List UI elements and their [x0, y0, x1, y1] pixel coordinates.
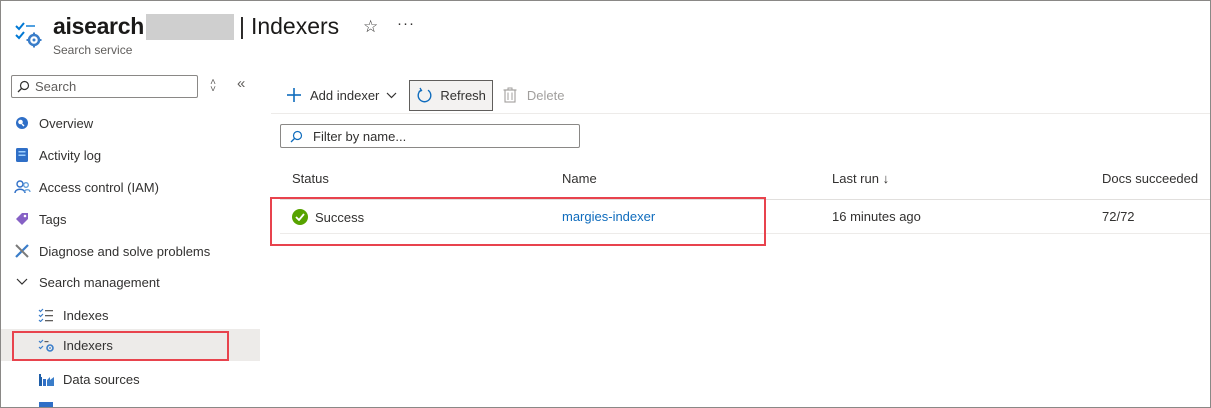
wrench-icon	[13, 242, 31, 260]
delete-label: Delete	[526, 87, 565, 103]
sidebar-item-indexers[interactable]: Indexers	[1, 329, 260, 361]
sidebar-group-search-management[interactable]: Search management	[1, 266, 260, 298]
sidebar: ˄˅ « Overview Activity log Access contro…	[1, 65, 263, 407]
command-bar: Add indexer Refresh Delete	[281, 79, 571, 111]
tag-icon	[13, 210, 31, 228]
page-title: aisearch | Indexers	[53, 13, 339, 40]
sidebar-item-tags[interactable]: Tags	[1, 203, 260, 235]
sidebar-search-input[interactable]	[35, 79, 185, 94]
sidebar-item-data-sources[interactable]: Data sources	[1, 363, 260, 395]
sidebar-search-field[interactable]	[11, 75, 198, 98]
more-icon[interactable]: ···	[397, 15, 415, 32]
sidebar-item-label: Diagnose and solve problems	[39, 243, 211, 259]
partial-sidebar-icon	[39, 402, 53, 407]
chevron-down-icon	[13, 273, 31, 291]
indexers-icon	[37, 336, 55, 354]
last-run-cell: 16 minutes ago	[832, 209, 921, 224]
cloud-icon	[13, 114, 31, 132]
refresh-label: Refresh	[440, 87, 486, 103]
search-icon	[290, 130, 303, 142]
sidebar-item-label: Data sources	[63, 371, 140, 387]
chevron-down-icon	[386, 92, 397, 98]
page-name: Indexers	[250, 13, 340, 39]
filter-field[interactable]	[280, 124, 580, 148]
success-check-icon	[292, 209, 308, 225]
plus-icon	[287, 88, 301, 102]
filter-input[interactable]	[313, 128, 573, 144]
star-icon[interactable]: ☆	[363, 17, 378, 37]
sidebar-item-label: Indexers	[63, 337, 113, 353]
sidebar-item-label: Overview	[39, 115, 94, 131]
status-text: Success	[315, 209, 365, 225]
data-sources-icon	[37, 370, 55, 388]
add-indexer-label: Add indexer	[310, 87, 380, 103]
table-row[interactable]: Success margies-indexer 16 minutes ago 7…	[280, 200, 1210, 234]
column-header-status[interactable]: Status	[292, 171, 329, 186]
indexes-icon	[37, 306, 55, 324]
refresh-icon	[417, 87, 432, 102]
sidebar-item-label: Tags	[39, 211, 67, 227]
column-header-last-run[interactable]: Last run ↓	[832, 171, 889, 186]
sidebar-item-label: Access control (IAM)	[39, 179, 159, 195]
people-icon	[13, 178, 31, 196]
redacted-name-block	[145, 13, 234, 40]
status-cell: Success	[292, 209, 364, 225]
sort-icon[interactable]: ˄ ˅	[208, 78, 218, 95]
delete-button[interactable]: Delete	[497, 79, 571, 111]
collapse-sidebar-icon[interactable]: «	[237, 75, 245, 92]
refresh-button[interactable]: Refresh	[409, 79, 493, 111]
sidebar-item-access-control[interactable]: Access control (IAM)	[1, 171, 260, 203]
search-icon	[17, 80, 30, 93]
column-header-name[interactable]: Name	[562, 171, 597, 186]
title-separator: |	[238, 13, 245, 39]
column-header-docs-succeeded[interactable]: Docs succeeded	[1102, 171, 1198, 186]
blade-header: aisearch | Indexers Search service ☆ ···	[1, 1, 1210, 65]
add-indexer-button[interactable]: Add indexer	[281, 79, 403, 111]
service-name: aisearch	[53, 13, 144, 39]
page-subtitle: Search service	[53, 43, 133, 57]
docs-succeeded-cell: 72/72	[1102, 209, 1135, 224]
indexer-name-link[interactable]: margies-indexer	[562, 209, 655, 224]
toolbar-divider	[271, 113, 1210, 114]
sidebar-item-overview[interactable]: Overview	[1, 107, 260, 139]
search-service-icon	[15, 22, 42, 48]
main-content: Add indexer Refresh Delete Status Name L…	[270, 65, 1210, 407]
sidebar-group-label: Search management	[39, 274, 160, 290]
sidebar-item-indexes[interactable]: Indexes	[1, 299, 260, 331]
sidebar-item-label: Indexes	[63, 307, 109, 323]
trash-icon	[503, 87, 517, 103]
activity-log-icon	[13, 146, 31, 164]
sidebar-item-activity-log[interactable]: Activity log	[1, 139, 260, 171]
sidebar-item-diagnose[interactable]: Diagnose and solve problems	[1, 235, 260, 267]
sidebar-item-label: Activity log	[39, 147, 102, 163]
portal-frame: aisearch | Indexers Search service ☆ ···…	[0, 0, 1211, 408]
